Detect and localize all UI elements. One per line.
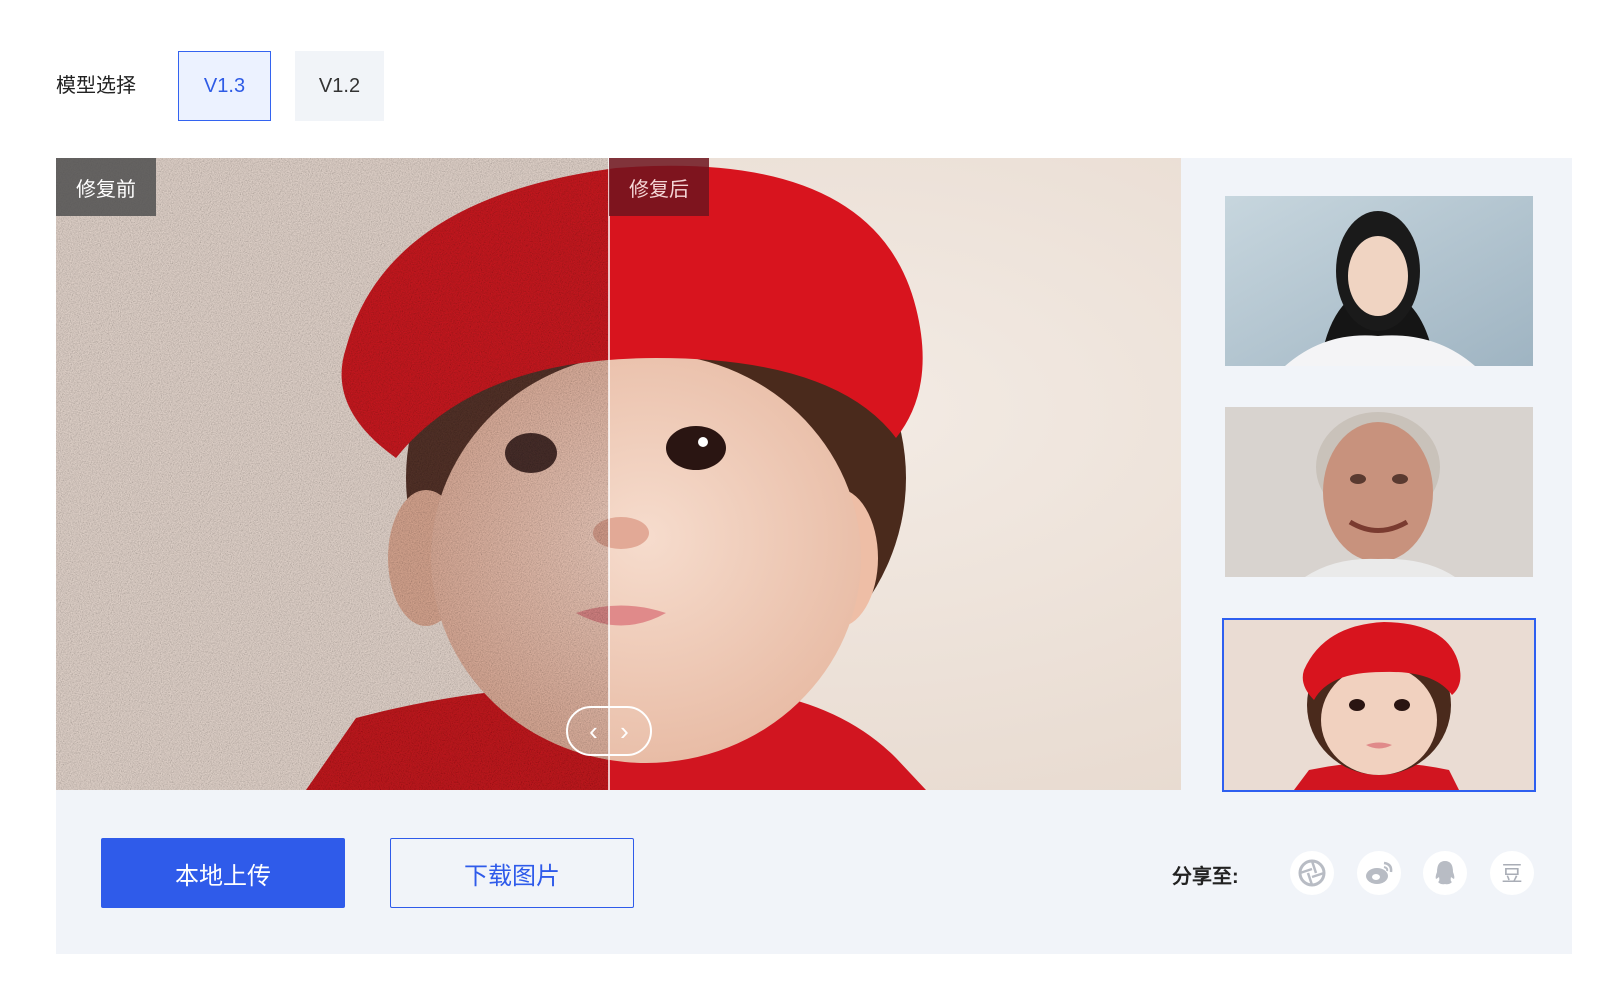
before-photo <box>56 158 609 790</box>
man-portrait-image <box>1225 407 1533 577</box>
comparison-viewer[interactable]: 修复前 修复后 ‹ › <box>56 158 1181 790</box>
before-photo-region <box>56 158 609 790</box>
weibo-icon-glyph <box>1366 861 1393 884</box>
model-option-v1-3[interactable]: V1.3 <box>178 51 271 121</box>
before-tag: 修复前 <box>56 158 156 216</box>
compare-slider-handle[interactable]: ‹ › <box>566 706 652 756</box>
after-tag: 修复后 <box>609 158 709 216</box>
local-upload-button[interactable]: 本地上传 <box>101 838 345 908</box>
model-select-label: 模型选择 <box>56 75 136 97</box>
aperture-icon[interactable] <box>1290 851 1334 895</box>
download-image-button[interactable]: 下载图片 <box>390 838 634 908</box>
chevron-left-icon: ‹ <box>589 715 598 746</box>
sample-thumbnail-baby[interactable] <box>1222 618 1536 792</box>
compare-divider[interactable] <box>608 158 610 790</box>
aperture-icon-glyph <box>1298 859 1326 887</box>
model-option-v1-2[interactable]: V1.2 <box>295 51 384 121</box>
sample-thumbnail-man[interactable] <box>1225 407 1533 577</box>
sample-thumbnail-woman[interactable] <box>1225 196 1533 366</box>
baby-portrait-image <box>1224 620 1534 790</box>
share-label: 分享至: <box>1172 866 1239 888</box>
douban-icon[interactable]: 豆 <box>1490 851 1534 895</box>
chevron-right-icon: › <box>620 715 629 746</box>
weibo-icon[interactable] <box>1357 851 1401 895</box>
qq-icon[interactable] <box>1423 851 1467 895</box>
woman-portrait-image <box>1225 196 1533 366</box>
qq-icon-glyph <box>1435 861 1455 885</box>
